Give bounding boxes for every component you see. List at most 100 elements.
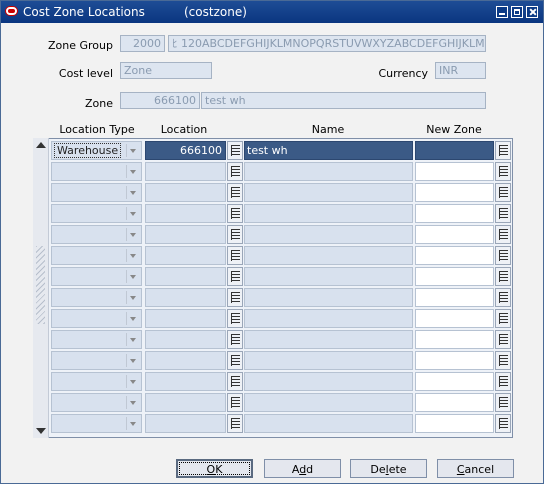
chevron-down-icon[interactable] xyxy=(126,291,139,304)
chevron-down-icon[interactable] xyxy=(126,333,139,346)
new-zone-field[interactable] xyxy=(415,309,494,328)
location-type-select[interactable]: Warehouse xyxy=(51,141,142,160)
chevron-down-icon[interactable] xyxy=(126,270,139,283)
new-zone-field[interactable] xyxy=(415,225,494,244)
location-field[interactable] xyxy=(145,309,226,328)
cancel-button[interactable]: Cancel xyxy=(437,459,514,478)
location-type-select[interactable] xyxy=(51,162,142,181)
new-zone-lov-icon[interactable] xyxy=(495,225,511,244)
new-zone-field[interactable] xyxy=(415,267,494,286)
new-zone-lov-icon[interactable] xyxy=(495,183,511,202)
delete-button[interactable]: Delete xyxy=(350,459,427,478)
location-field[interactable] xyxy=(145,372,226,391)
new-zone-field[interactable] xyxy=(415,204,494,223)
new-zone-field[interactable] xyxy=(415,183,494,202)
table-row[interactable] xyxy=(50,414,512,433)
new-zone-field[interactable] xyxy=(415,288,494,307)
scroll-grip[interactable] xyxy=(36,246,45,324)
close-icon[interactable] xyxy=(526,6,538,18)
chevron-down-icon[interactable] xyxy=(126,207,139,220)
new-zone-lov-icon[interactable] xyxy=(495,372,511,391)
new-zone-lov-icon[interactable] xyxy=(495,309,511,328)
new-zone-lov-icon[interactable] xyxy=(495,351,511,370)
table-row[interactable] xyxy=(50,288,512,307)
new-zone-lov-icon[interactable] xyxy=(495,393,511,412)
location-lov-icon[interactable] xyxy=(227,414,243,433)
location-lov-icon[interactable] xyxy=(227,183,243,202)
location-field[interactable] xyxy=(145,267,226,286)
new-zone-field[interactable] xyxy=(415,372,494,391)
location-type-select[interactable] xyxy=(51,330,142,349)
location-field[interactable] xyxy=(145,225,226,244)
table-row[interactable] xyxy=(50,225,512,244)
location-type-select[interactable] xyxy=(51,225,142,244)
table-row[interactable] xyxy=(50,162,512,181)
table-row[interactable] xyxy=(50,351,512,370)
location-type-select[interactable] xyxy=(51,204,142,223)
location-lov-icon[interactable] xyxy=(227,141,243,160)
chevron-down-icon[interactable] xyxy=(126,228,139,241)
ok-button[interactable]: OK xyxy=(176,459,253,478)
location-field[interactable] xyxy=(145,183,226,202)
table-row[interactable]: Warehouse 666100 test wh xyxy=(50,141,512,160)
scroll-up-icon[interactable] xyxy=(36,142,46,148)
new-zone-field[interactable] xyxy=(415,414,494,433)
new-zone-lov-icon[interactable] xyxy=(495,204,511,223)
chevron-down-icon[interactable] xyxy=(126,249,139,262)
location-type-select[interactable] xyxy=(51,267,142,286)
location-lov-icon[interactable] xyxy=(227,351,243,370)
chevron-down-icon[interactable] xyxy=(126,417,139,430)
location-lov-icon[interactable] xyxy=(227,162,243,181)
add-button[interactable]: Add xyxy=(264,459,341,478)
location-field[interactable] xyxy=(145,204,226,223)
location-field[interactable] xyxy=(145,246,226,265)
location-type-select[interactable] xyxy=(51,351,142,370)
table-row[interactable] xyxy=(50,267,512,286)
scroll-down-icon[interactable] xyxy=(36,428,46,434)
new-zone-field[interactable] xyxy=(415,393,494,412)
location-field[interactable] xyxy=(145,351,226,370)
chevron-down-icon[interactable] xyxy=(126,144,139,157)
location-field[interactable] xyxy=(145,288,226,307)
location-lov-icon[interactable] xyxy=(227,246,243,265)
location-type-select[interactable] xyxy=(51,288,142,307)
new-zone-field[interactable] xyxy=(415,246,494,265)
chevron-down-icon[interactable] xyxy=(126,354,139,367)
chevron-down-icon[interactable] xyxy=(126,165,139,178)
location-field[interactable] xyxy=(145,393,226,412)
table-row[interactable] xyxy=(50,183,512,202)
new-zone-field[interactable] xyxy=(415,330,494,349)
new-zone-field[interactable] xyxy=(415,162,494,181)
location-lov-icon[interactable] xyxy=(227,225,243,244)
location-lov-icon[interactable] xyxy=(227,372,243,391)
minimize-icon[interactable] xyxy=(496,6,508,18)
maximize-icon[interactable] xyxy=(511,6,523,18)
new-zone-field[interactable] xyxy=(415,351,494,370)
table-row[interactable] xyxy=(50,393,512,412)
table-row[interactable] xyxy=(50,204,512,223)
new-zone-field[interactable] xyxy=(415,141,494,160)
location-type-select[interactable] xyxy=(51,183,142,202)
location-type-select[interactable] xyxy=(51,372,142,391)
location-type-select[interactable] xyxy=(51,309,142,328)
location-field[interactable] xyxy=(145,330,226,349)
new-zone-lov-icon[interactable] xyxy=(495,267,511,286)
location-lov-icon[interactable] xyxy=(227,309,243,328)
table-row[interactable] xyxy=(50,309,512,328)
new-zone-lov-icon[interactable] xyxy=(495,288,511,307)
location-field[interactable]: 666100 xyxy=(145,141,226,160)
new-zone-lov-icon[interactable] xyxy=(495,330,511,349)
chevron-down-icon[interactable] xyxy=(126,375,139,388)
table-row[interactable] xyxy=(50,330,512,349)
location-lov-icon[interactable] xyxy=(227,267,243,286)
location-type-select[interactable] xyxy=(51,414,142,433)
location-lov-icon[interactable] xyxy=(227,330,243,349)
location-field[interactable] xyxy=(145,414,226,433)
location-type-select[interactable] xyxy=(51,246,142,265)
chevron-down-icon[interactable] xyxy=(126,312,139,325)
location-lov-icon[interactable] xyxy=(227,204,243,223)
new-zone-lov-icon[interactable] xyxy=(495,162,511,181)
location-lov-icon[interactable] xyxy=(227,288,243,307)
grid-scrollbar[interactable] xyxy=(33,138,49,438)
chevron-down-icon[interactable] xyxy=(126,186,139,199)
